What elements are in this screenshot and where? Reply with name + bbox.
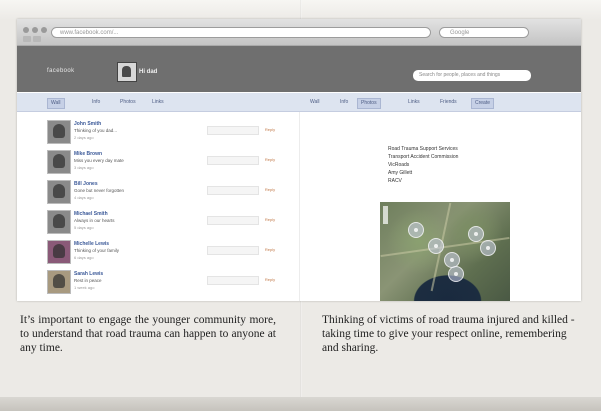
- post-text: Thinking of your family: [74, 248, 120, 253]
- reply-button[interactable]: Reply: [260, 216, 280, 223]
- post-time: 2 days ago: [74, 135, 94, 140]
- list-item: Sarah Lewis Rest in peace 1 week ago Rep…: [47, 270, 287, 294]
- list-item: Bill Jones Gone but never forgotten 4 da…: [47, 180, 287, 204]
- post-author[interactable]: Mike Brown: [74, 151, 102, 157]
- info-panel: Road Trauma Support Services Transport A…: [299, 112, 581, 301]
- support-links: Road Trauma Support Services Transport A…: [388, 145, 488, 185]
- close-window-button[interactable]: [23, 27, 29, 33]
- reply-input[interactable]: [207, 216, 259, 225]
- tab-info-right[interactable]: Info: [337, 98, 351, 107]
- nav-buttons: [23, 36, 41, 42]
- tab-links-right[interactable]: Links: [405, 98, 423, 107]
- map-marker[interactable]: [408, 222, 424, 238]
- avatar[interactable]: [47, 210, 71, 234]
- reply-button[interactable]: Reply: [260, 186, 280, 193]
- tab-photos-right[interactable]: Photos: [357, 98, 381, 109]
- post-time: 4 days ago: [74, 195, 94, 200]
- back-button[interactable]: [23, 36, 31, 42]
- list-item: Michael Smith Always in our hearts 5 day…: [47, 210, 287, 234]
- sub-navigation: Wall Info Photos Links Wall Info Photos …: [17, 93, 581, 112]
- post-author[interactable]: Michael Smith: [74, 211, 108, 217]
- reply-input[interactable]: [207, 246, 259, 255]
- map-zoom-control[interactable]: [383, 206, 388, 224]
- avatar[interactable]: [47, 270, 71, 294]
- tab-wall-left[interactable]: Wall: [47, 98, 65, 109]
- site-search-input[interactable]: Search for people, places and things: [413, 70, 531, 81]
- reply-input[interactable]: [207, 276, 259, 285]
- map-marker[interactable]: [468, 226, 484, 242]
- post-author[interactable]: Michelle Lewis: [74, 241, 109, 247]
- browser-search-field[interactable]: Google: [439, 27, 529, 38]
- location-map[interactable]: [380, 202, 510, 301]
- wall-feed: John Smith Thinking of you dad... 2 days…: [17, 112, 297, 301]
- window-controls: [23, 27, 47, 33]
- support-link[interactable]: RACV: [388, 177, 488, 185]
- reply-input[interactable]: [207, 186, 259, 195]
- support-link[interactable]: Road Trauma Support Services: [388, 145, 488, 153]
- post-author[interactable]: John Smith: [74, 121, 101, 127]
- tab-wall-right[interactable]: Wall: [307, 98, 323, 107]
- list-item: Michelle Lewis Thinking of your family 6…: [47, 240, 287, 264]
- avatar[interactable]: [47, 240, 71, 264]
- minimize-window-button[interactable]: [32, 27, 38, 33]
- support-link[interactable]: Transport Accident Commission: [388, 153, 488, 161]
- post-time: 1 week ago: [74, 285, 95, 290]
- caption-right: Thinking of victims of road trauma injur…: [322, 314, 575, 355]
- reply-button[interactable]: Reply: [260, 156, 280, 163]
- post-text: Gone but never forgotten: [74, 188, 125, 193]
- map-marker[interactable]: [448, 266, 464, 282]
- reply-input[interactable]: [207, 126, 259, 135]
- reply-button[interactable]: Reply: [260, 126, 280, 133]
- reply-button[interactable]: Reply: [260, 276, 280, 283]
- map-marker[interactable]: [480, 240, 496, 256]
- site-logo[interactable]: facebook: [47, 68, 75, 74]
- post-text: Rest in peace: [74, 278, 102, 283]
- post-text: Always in our hearts: [74, 218, 115, 223]
- post-text: Miss you every day mate: [74, 158, 124, 163]
- browser-window: www.facebook.com/... Google facebook Hi …: [17, 19, 581, 301]
- avatar[interactable]: [47, 120, 71, 144]
- page-title[interactable]: Hi dad: [139, 69, 157, 75]
- tab-info-left[interactable]: Info: [89, 98, 103, 107]
- post-text: Thinking of you dad...: [74, 128, 118, 133]
- reply-input[interactable]: [207, 156, 259, 165]
- support-link[interactable]: VicRoads: [388, 161, 488, 169]
- post-author[interactable]: Sarah Lewis: [74, 271, 103, 277]
- paper-bottom-edge: [0, 397, 601, 411]
- list-item: John Smith Thinking of you dad... 2 days…: [47, 120, 287, 144]
- tab-links-left[interactable]: Links: [149, 98, 167, 107]
- browser-toolbar: www.facebook.com/... Google: [17, 19, 581, 46]
- profile-avatar[interactable]: [117, 62, 137, 82]
- tab-friends-right[interactable]: Friends: [437, 98, 460, 107]
- url-bar[interactable]: www.facebook.com/...: [51, 27, 431, 38]
- forward-button[interactable]: [33, 36, 41, 42]
- avatar[interactable]: [47, 180, 71, 204]
- map-marker[interactable]: [428, 238, 444, 254]
- maximize-window-button[interactable]: [41, 27, 47, 33]
- tab-photos-left[interactable]: Photos: [117, 98, 139, 107]
- post-author[interactable]: Bill Jones: [74, 181, 98, 187]
- post-time: 5 days ago: [74, 225, 94, 230]
- post-time: 3 days ago: [74, 165, 94, 170]
- support-link[interactable]: Amy Gillett: [388, 169, 488, 177]
- list-item: Mike Brown Miss you every day mate 3 day…: [47, 150, 287, 174]
- caption-left: It’s important to engage the younger com…: [20, 314, 276, 355]
- reply-button[interactable]: Reply: [260, 246, 280, 253]
- avatar[interactable]: [47, 150, 71, 174]
- tab-create-right[interactable]: Create: [471, 98, 495, 109]
- site-header: facebook Hi dad Search for people, place…: [17, 46, 581, 92]
- post-time: 6 days ago: [74, 255, 94, 260]
